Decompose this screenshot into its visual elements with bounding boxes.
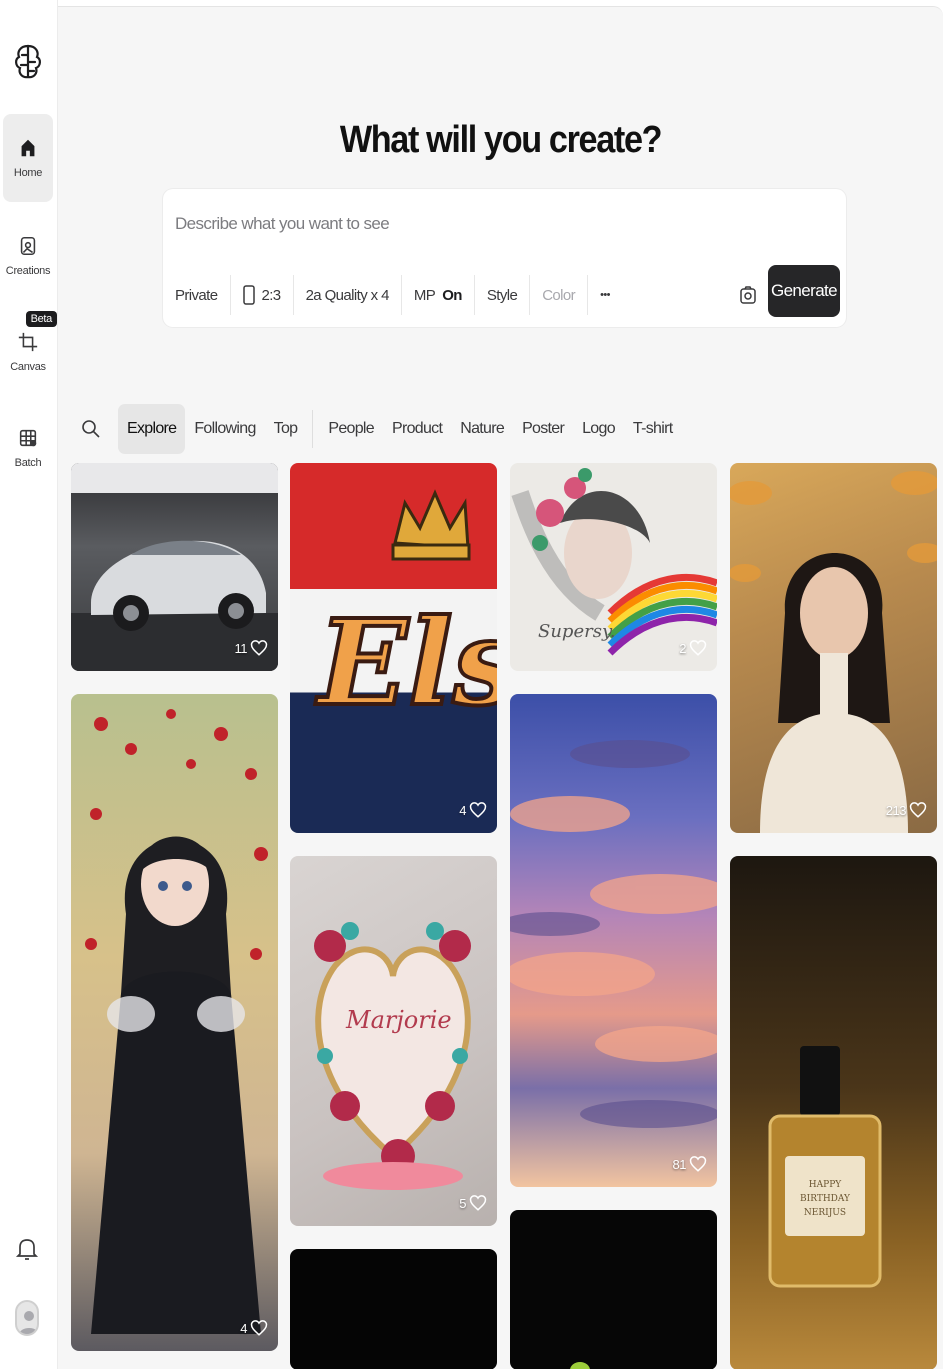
sidebar-item-home[interactable]: Home	[3, 114, 53, 202]
prompt-input[interactable]	[175, 211, 735, 237]
perfume-bottle-image	[768, 1046, 882, 1288]
heart-icon	[909, 802, 927, 818]
portrait-image	[730, 471, 937, 833]
like-count[interactable]: 2	[679, 639, 707, 657]
search-icon	[82, 420, 100, 438]
beta-badge: Beta	[25, 311, 57, 327]
filter-nature[interactable]: Nature	[451, 404, 513, 454]
sidebar-item-creations[interactable]: Creations	[3, 212, 53, 300]
prompt-toolbar: Private 2:3 2a Quality x 4 MP On Style Co…	[163, 275, 622, 315]
more-options-button[interactable]: •••	[588, 275, 622, 315]
sidebar-item-canvas[interactable]: Beta Canvas	[3, 308, 57, 396]
filter-product[interactable]: Product	[383, 404, 451, 454]
heart-icon	[689, 640, 707, 656]
clouds-image	[510, 740, 717, 1128]
page-title: What will you create?	[339, 119, 663, 161]
heart-icon	[469, 802, 487, 818]
like-count[interactable]: 5	[459, 1194, 487, 1212]
like-count[interactable]: 81	[673, 1155, 707, 1173]
gallery-card-portrait[interactable]: 213	[730, 463, 937, 833]
aspect-ratio-button[interactable]: 2:3	[231, 275, 294, 315]
like-count[interactable]: 213	[886, 801, 927, 819]
filter-following[interactable]: Following	[185, 404, 264, 454]
anime-girl-image	[85, 709, 268, 1334]
filter-explore[interactable]: Explore	[118, 404, 186, 454]
filter-tshirt[interactable]: T-shirt	[624, 404, 682, 454]
home-icon	[21, 139, 35, 157]
quality-button[interactable]: 2a Quality x 4	[294, 275, 402, 315]
filter-divider	[312, 410, 314, 448]
gallery-card-perfume[interactable]: HAPPY BIRTHDAY NERIJUS	[730, 856, 937, 1369]
main-area: What will you create? Private 2:3 2a Qua…	[58, 6, 943, 1369]
sidebar-item-batch[interactable]: Batch	[3, 404, 53, 492]
signature-text: Supersy.	[538, 621, 616, 642]
perfume-label-text: HAPPY BIRTHDAY NERIJUS	[800, 1180, 850, 1218]
filter-top[interactable]: Top	[265, 404, 307, 454]
heart-icon	[250, 640, 268, 656]
sidebar-item-label: Creations	[5, 265, 51, 277]
prompt-card: Private 2:3 2a Quality x 4 MPOn Style Co…	[163, 189, 846, 327]
image-icon	[20, 236, 36, 256]
like-count[interactable]: 4	[240, 1319, 268, 1337]
style-button[interactable]: Style	[475, 275, 531, 315]
gallery-card-dark-2[interactable]	[510, 1210, 717, 1369]
private-toggle[interactable]: Private	[163, 275, 231, 315]
like-count[interactable]: 4	[459, 801, 487, 819]
grid-icon	[19, 429, 37, 447]
search-button[interactable]	[76, 414, 106, 444]
gallery-card-dark-1[interactable]	[290, 1249, 497, 1369]
image-upload-icon[interactable]	[738, 285, 758, 305]
filter-bar: Explore Following Top People Product Nat…	[76, 403, 681, 455]
sidebar-item-label: Home	[13, 167, 43, 179]
heart-icon	[689, 1156, 707, 1172]
els-logo-text: Els	[316, 591, 497, 734]
gallery-card-anime-girl[interactable]: 4	[71, 694, 278, 1351]
heart-frame-image	[314, 922, 471, 1190]
gallery-card-els[interactable]: Els 4	[290, 463, 497, 833]
gallery-card-clouds[interactable]: 81	[510, 694, 717, 1187]
filter-poster[interactable]: Poster	[513, 404, 573, 454]
color-button[interactable]: Color	[530, 275, 589, 315]
sidebar-item-label: Batch	[14, 457, 42, 469]
dark-image	[570, 1362, 590, 1369]
like-count[interactable]: 11	[235, 639, 269, 657]
sidebar-item-label: Canvas	[10, 361, 46, 373]
portrait-ratio-icon	[242, 285, 255, 305]
sidebar: Home Creations Beta Canvas Batch	[0, 0, 58, 1369]
bell-icon[interactable]	[15, 1236, 39, 1262]
heart-icon	[250, 1320, 268, 1336]
avatar[interactable]	[15, 1300, 39, 1336]
marjorie-text: Marjorie	[346, 1006, 452, 1034]
user-icon	[19, 1311, 37, 1334]
heart-icon	[469, 1195, 487, 1211]
gallery-card-rainbow-woman[interactable]: Supersy. 2	[510, 463, 717, 671]
filter-logo[interactable]: Logo	[573, 404, 624, 454]
gallery-card-heart[interactable]: Marjorie 5	[290, 856, 497, 1226]
brain-logo-icon[interactable]	[12, 40, 44, 84]
crop-icon	[18, 332, 38, 352]
filter-people[interactable]: People	[319, 404, 383, 454]
magic-prompt-toggle[interactable]: MP On	[402, 275, 475, 315]
generate-button[interactable]: Generate	[768, 265, 840, 317]
gallery-card-car[interactable]: 11	[71, 463, 278, 671]
